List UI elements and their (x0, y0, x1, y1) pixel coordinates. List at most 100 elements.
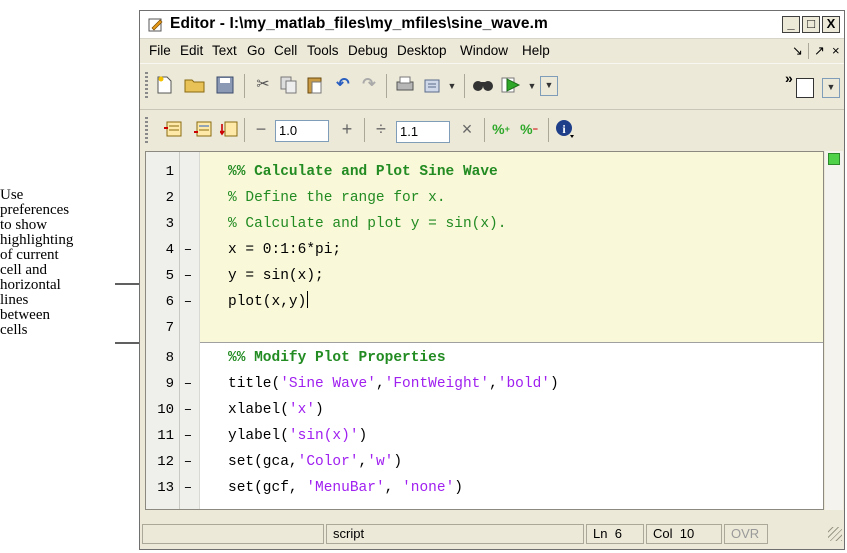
print-dropdown[interactable]: ▼ (444, 78, 460, 96)
code-line-4[interactable]: 4 – x = 0:1:6*pi; (146, 237, 823, 263)
code-line-13[interactable]: 13 – set(gcf, 'MenuBar', 'none') (146, 475, 823, 501)
divisor-value-field[interactable]: 1.1 (396, 121, 450, 143)
redo-icon[interactable]: ↷ (358, 74, 380, 96)
code-fragment: , (358, 454, 368, 470)
toolbar-grip[interactable] (145, 72, 148, 100)
run-config-dropdown[interactable]: ▼ (540, 76, 558, 96)
menu-text[interactable]: Text (212, 43, 237, 58)
line-number: 1 (165, 164, 174, 180)
undock-icon[interactable]: ↗ (814, 43, 825, 59)
code-fragment: ) (358, 428, 368, 444)
executable-line-marker[interactable]: – (182, 475, 194, 501)
code-line-12[interactable]: 12 – set(gca,'Color','w') (146, 449, 823, 475)
paste-icon[interactable] (304, 74, 326, 96)
new-file-icon[interactable] (154, 74, 176, 96)
resize-grip[interactable] (828, 527, 842, 541)
find-icon[interactable] (472, 74, 494, 96)
menu-separator (808, 43, 809, 59)
code-editor[interactable]: 1 %% Calculate and Plot Sine Wave 2 % De… (145, 151, 824, 510)
editor-app-icon (148, 18, 163, 32)
line-number: 3 (165, 216, 174, 232)
vertical-scrollbar[interactable] (825, 151, 843, 510)
executable-line-marker[interactable]: – (182, 237, 194, 263)
code-line-11[interactable]: 11 – ylabel('sin(x)') (146, 423, 823, 449)
menu-file[interactable]: File (149, 43, 171, 58)
menu-cell[interactable]: Cell (274, 43, 297, 58)
layout-selector[interactable] (796, 78, 814, 98)
minimize-button[interactable]: _ (782, 16, 800, 33)
save-icon[interactable] (214, 74, 236, 96)
line-label: Ln (593, 526, 608, 541)
code-line-container: xlabel('x') (228, 397, 324, 423)
line-number: 6 (165, 294, 174, 310)
code-line-1[interactable]: 1 %% Calculate and Plot Sine Wave (146, 159, 823, 185)
dock-icon[interactable]: ↘ (792, 43, 803, 59)
insert-cell-divider-icon[interactable]: % + (490, 118, 512, 140)
close-button[interactable]: X (822, 16, 840, 33)
cut-icon[interactable]: ✂ (252, 74, 274, 96)
code-fragment: ) (393, 454, 403, 470)
code-text: plot(x,y) (228, 294, 307, 310)
cell-info-icon[interactable]: i (554, 118, 576, 140)
code-line-10[interactable]: 10 – xlabel('x') (146, 397, 823, 423)
code-fragment: xlabel( (228, 402, 289, 418)
line-number: 5 (165, 268, 174, 284)
code-line-3[interactable]: 3 % Calculate and plot y = sin(x). (146, 211, 823, 237)
eval-file-icon[interactable] (218, 118, 240, 140)
menu-desktop[interactable]: Desktop (397, 43, 447, 58)
string-literal: 'w' (367, 454, 394, 470)
print-selection-icon[interactable] (422, 74, 444, 96)
code-line-5[interactable]: 5 – y = sin(x); (146, 263, 823, 289)
cell-toolbar-grip[interactable] (145, 117, 148, 143)
string-literal: 'MenuBar' (306, 480, 385, 496)
remove-cell-divider-icon[interactable]: % − (518, 118, 540, 140)
line-number: 13 (157, 480, 174, 496)
code-fragment: , (489, 376, 498, 392)
string-literal: 'none' (402, 480, 455, 496)
undo-icon[interactable]: ↶ (332, 74, 354, 96)
layout-dropdown[interactable]: ▼ (822, 78, 840, 98)
decrement-button[interactable]: − (250, 118, 272, 140)
executable-line-marker[interactable]: – (182, 397, 194, 423)
line-value: 6 (614, 526, 622, 541)
line-number: 4 (165, 242, 174, 258)
executable-line-marker[interactable]: – (182, 449, 194, 475)
multiply-button[interactable]: × (456, 118, 478, 140)
divide-button[interactable]: ÷ (370, 118, 392, 140)
menu-help[interactable]: Help (522, 43, 550, 58)
line-number: 9 (165, 376, 174, 392)
print-icon[interactable] (394, 74, 416, 96)
open-folder-icon[interactable] (184, 74, 206, 96)
code-line-6[interactable]: 6 – plot(x,y) (146, 289, 823, 315)
executable-line-marker[interactable]: – (182, 371, 194, 397)
menu-debug[interactable]: Debug (348, 43, 388, 58)
more-tools-chevron[interactable]: » (785, 70, 793, 86)
close-doc-icon[interactable]: × (832, 43, 840, 58)
executable-line-marker[interactable]: – (182, 423, 194, 449)
eval-cell-icon[interactable] (162, 118, 184, 140)
maximize-button[interactable]: □ (802, 16, 820, 33)
code-line-7[interactable]: 7 (146, 315, 823, 341)
code-line-8[interactable]: 8 %% Modify Plot Properties (146, 345, 823, 371)
run-options-dropdown[interactable]: ▼ (524, 78, 540, 96)
menu-window[interactable]: Window (460, 43, 508, 58)
executable-line-marker[interactable]: – (182, 263, 194, 289)
executable-line-marker[interactable]: – (182, 289, 194, 315)
code-line-container: ylabel('sin(x)') (228, 423, 367, 449)
line-number: 8 (165, 350, 174, 366)
line-number: 2 (165, 190, 174, 206)
mlint-status-indicator[interactable] (828, 153, 840, 165)
code-line-9[interactable]: 9 – title('Sine Wave','FontWeight','bold… (146, 371, 823, 397)
code-line-container: set(gca,'Color','w') (228, 449, 402, 475)
menu-tools[interactable]: Tools (307, 43, 339, 58)
increment-value-field[interactable]: 1.0 (275, 120, 329, 142)
increment-button[interactable]: + (336, 118, 358, 140)
menu-edit[interactable]: Edit (180, 43, 203, 58)
line-number: 11 (157, 428, 174, 444)
copy-icon[interactable] (278, 74, 300, 96)
title-bar[interactable]: Editor - I:\my_matlab_files\my_mfiles\si… (140, 11, 844, 39)
code-line-2[interactable]: 2 % Define the range for x. (146, 185, 823, 211)
menu-go[interactable]: Go (247, 43, 265, 58)
run-icon[interactable] (500, 74, 522, 96)
eval-cell-advance-icon[interactable] (192, 118, 214, 140)
